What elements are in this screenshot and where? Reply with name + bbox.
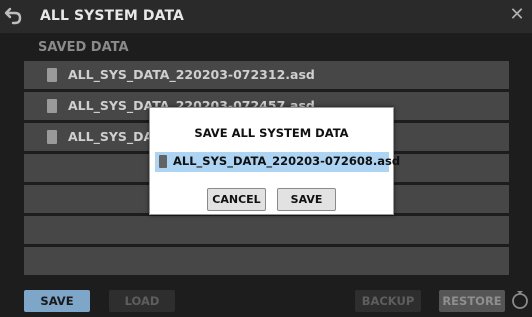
file-icon [47,99,57,113]
dialog-save-button[interactable]: SAVE [277,188,336,211]
save-dialog: SAVE ALL SYSTEM DATA ALL_SYS_DATA_220203… [149,107,400,215]
file-icon [47,130,57,144]
bottom-toolbar: SAVE LOAD BACKUP RESTORE [0,287,532,317]
title-bar: ALL SYSTEM DATA ✕ [0,0,532,33]
restore-button[interactable]: RESTORE [439,290,505,312]
save-button[interactable]: SAVE [24,290,90,312]
empty-row[interactable] [24,247,509,275]
close-icon[interactable]: ✕ [505,3,529,27]
file-icon [159,155,167,168]
back-arrow-icon[interactable] [4,5,24,27]
backup-button[interactable]: BACKUP [355,290,421,312]
file-icon [47,68,57,82]
file-row[interactable]: ALL_SYS_DATA_220203-072312.asd [24,61,509,89]
dialog-cancel-button[interactable]: CANCEL [207,188,266,211]
window-title: ALL SYSTEM DATA [40,8,184,24]
dialog-filename-field[interactable]: ALL_SYS_DATA_220203-072608.asd [155,152,400,172]
load-button[interactable]: LOAD [109,290,175,312]
empty-row[interactable] [24,216,509,244]
knob-icon [512,291,528,309]
saved-data-label: SAVED DATA [38,40,129,55]
dialog-title: SAVE ALL SYSTEM DATA [194,126,349,140]
file-name: ALL_SYS_DATA_220203-072312.asd [68,67,315,82]
dialog-filename: ALL_SYS_DATA_220203-072608.asd [173,154,401,168]
